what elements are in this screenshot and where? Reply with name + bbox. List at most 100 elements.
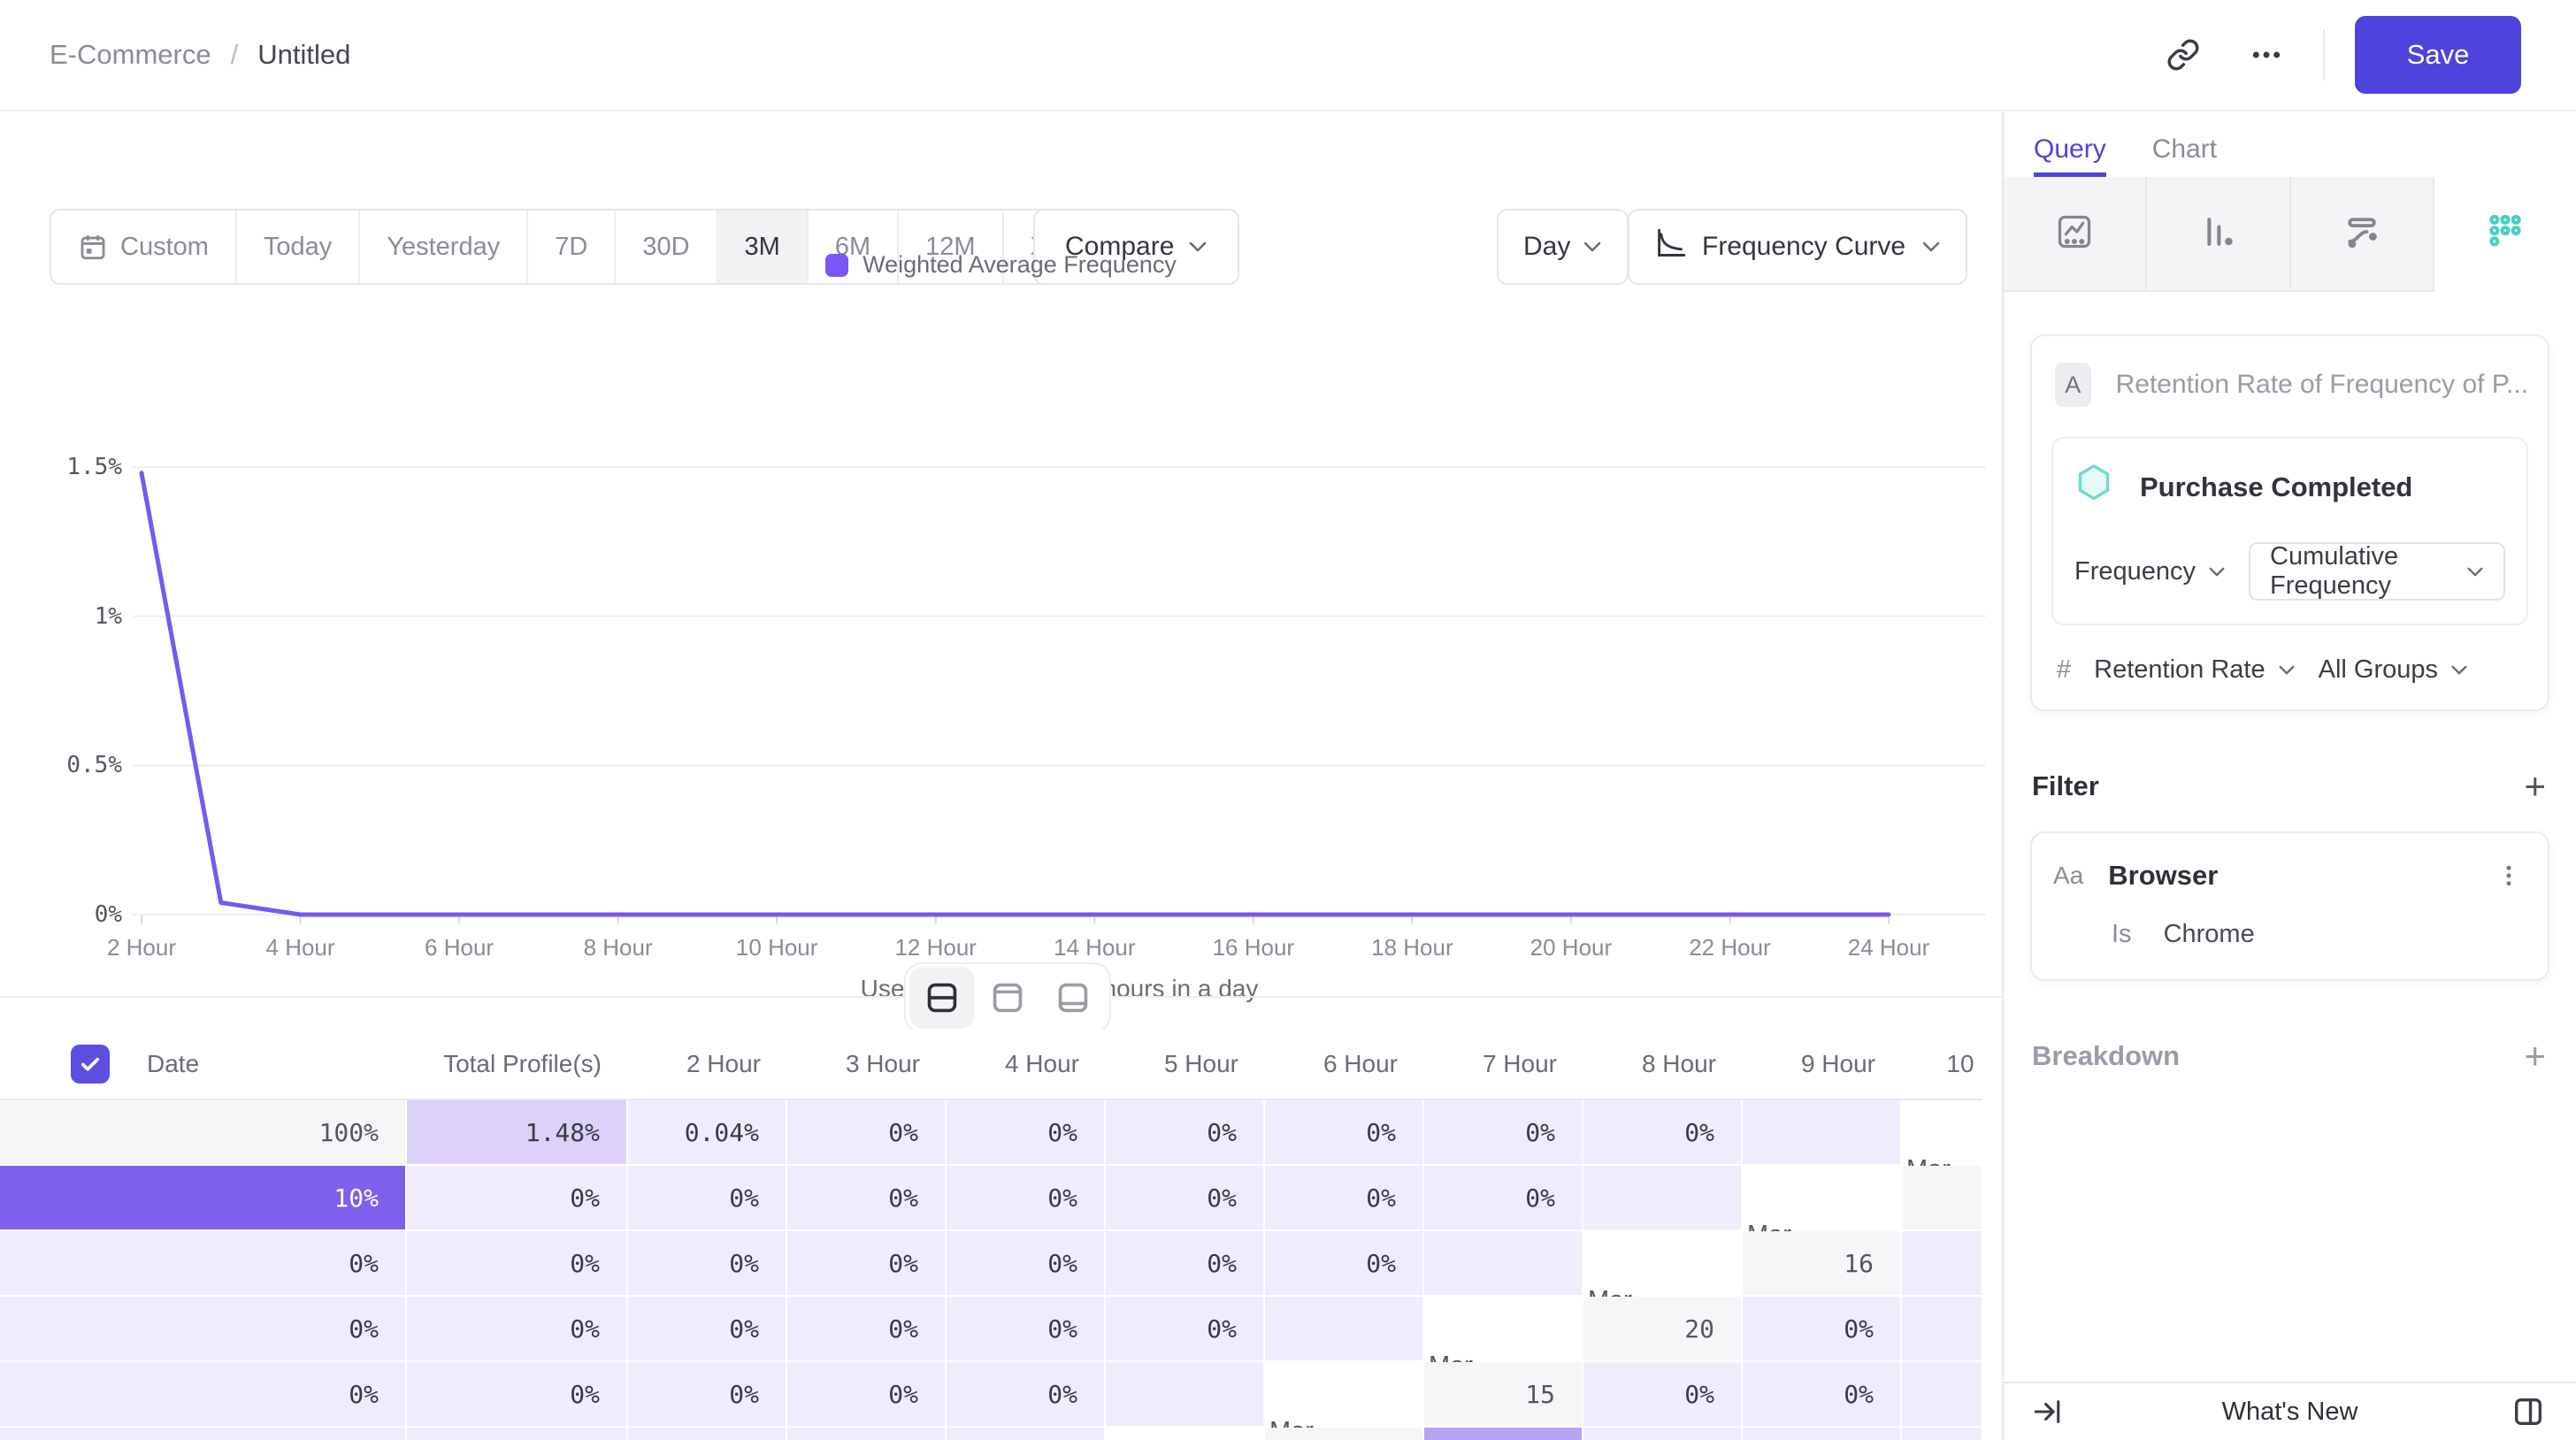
column-header[interactable]: 9 Hour: [1743, 1030, 1902, 1100]
retention-cell: 0%: [628, 1231, 787, 1297]
y-axis-tick: 0.5%: [25, 752, 122, 778]
total-profiles-cell: 16: [1743, 1231, 1902, 1297]
tab-query[interactable]: Query: [2034, 134, 2106, 177]
save-button[interactable]: Save: [2355, 16, 2521, 94]
retention-cell: 0%: [787, 1362, 947, 1428]
retention-cell: [1265, 1297, 1424, 1362]
results-table: Date Total Profile(s)2 Hour3 Hour4 Hour5 …: [0, 1030, 1982, 1440]
aggregation-label: Retention Rate: [2094, 655, 2265, 685]
column-header-date[interactable]: Date: [0, 1030, 407, 1100]
column-header[interactable]: 8 Hour: [1583, 1030, 1743, 1100]
retention-cell: 0%: [1583, 1100, 1743, 1166]
column-header[interactable]: 10 Hour: [1902, 1030, 1982, 1100]
retention-cell: 0%: [1265, 1100, 1424, 1166]
aggregation-prefix: #: [2057, 655, 2071, 685]
header-divider: [2323, 29, 2325, 80]
total-profiles-cell: 100%: [0, 1100, 407, 1166]
select-all-checkbox[interactable]: [71, 1045, 110, 1084]
event-card: Purchase Completed Frequency Cumulative …: [2051, 437, 2528, 625]
copy-link-icon[interactable]: [2157, 28, 2210, 81]
retention-cell: 0%: [0, 1297, 407, 1362]
collapse-sidebar-icon[interactable]: [2032, 1397, 2062, 1427]
x-axis-tick: 10 Hour: [736, 934, 818, 961]
retention-cell: 0%: [0, 1362, 407, 1428]
y-axis-tick: 0%: [25, 901, 122, 928]
more-menu-icon[interactable]: [2240, 28, 2293, 81]
column-header[interactable]: 5 Hour: [1106, 1030, 1265, 1100]
aggregation-dropdown[interactable]: Retention Rate: [2094, 655, 2295, 685]
filter-value[interactable]: Chrome: [2164, 920, 2255, 949]
retention-cell: 0%: [1106, 1166, 1265, 1231]
column-header[interactable]: 7 Hour: [1424, 1030, 1583, 1100]
total-profiles-cell: 19: [1902, 1166, 1982, 1231]
column-header[interactable]: Total Profile(s): [407, 1030, 628, 1100]
filter-value-row: Is Chrome: [2053, 920, 2526, 949]
insights-icon: [2055, 212, 2094, 256]
report-type-flows[interactable]: [2291, 177, 2434, 290]
column-header[interactable]: 6 Hour: [1265, 1030, 1424, 1100]
measure-type-dropdown[interactable]: Frequency: [2074, 557, 2226, 586]
column-header-label: Date: [147, 1050, 199, 1078]
retention-cell: 0%: [947, 1362, 1106, 1428]
total-profiles-cell: 20: [1583, 1297, 1743, 1362]
retention-cell: 0%: [787, 1428, 947, 1440]
filter-property-row[interactable]: Aa Browser: [2053, 858, 2526, 893]
whats-new-link[interactable]: What's New: [2004, 1398, 2576, 1427]
retention-cell: [947, 1428, 1106, 1440]
measure-value-dropdown[interactable]: Cumulative Frequency: [2249, 542, 2505, 601]
series-badge: A: [2055, 363, 2091, 407]
retention-cell: 1.48%: [407, 1100, 628, 1166]
add-breakdown-button[interactable]: +: [2524, 1038, 2546, 1075]
retention-cell: 0%: [1743, 1362, 1902, 1428]
series-name-input[interactable]: Retention Rate of Frequency of P...: [2116, 370, 2528, 400]
table-bottom-view-button[interactable]: [1040, 967, 1106, 1029]
add-filter-button[interactable]: +: [2524, 768, 2546, 805]
x-axis-tick: 2 Hour: [107, 934, 176, 961]
retention-cell: 0%: [628, 1362, 787, 1428]
x-axis-tick: 12 Hour: [894, 934, 977, 961]
breadcrumb-report-title[interactable]: Untitled: [257, 39, 350, 71]
column-header[interactable]: 4 Hour: [947, 1030, 1106, 1100]
retention-cell: 0%: [628, 1166, 787, 1231]
filter-kebab-icon[interactable]: [2491, 858, 2526, 893]
filter-operator[interactable]: Is: [2112, 920, 2132, 949]
breadcrumb-project[interactable]: E-Commerce: [50, 39, 211, 71]
retention-cell: 0%: [1743, 1297, 1902, 1362]
event-row[interactable]: Purchase Completed: [2074, 463, 2505, 510]
report-type-retention[interactable]: [2434, 177, 2576, 292]
header-actions: Save: [2157, 16, 2521, 94]
split-panel-icon[interactable]: [2511, 1394, 2546, 1429]
retention-cell: 0%: [628, 1297, 787, 1362]
tab-chart[interactable]: Chart: [2152, 134, 2217, 177]
breakdown-section-header: Breakdown +: [2032, 1038, 2546, 1075]
total-profiles-cell: 22: [1265, 1428, 1424, 1440]
retention-cell: 0%: [0, 1231, 407, 1297]
event-hexagon-icon: [2074, 463, 2113, 510]
x-axis-tick: 18 Hour: [1371, 934, 1453, 961]
retention-cell: 0%: [947, 1100, 1106, 1166]
y-axis-tick: 1.5%: [25, 454, 122, 480]
split-view-button[interactable]: [909, 967, 975, 1029]
retention-cell: [1424, 1231, 1583, 1297]
layout-toggle-group: [904, 962, 1111, 1033]
column-header[interactable]: 2 Hour: [628, 1030, 787, 1100]
retention-cell: [1743, 1100, 1902, 1166]
bar-chart-icon: [2198, 212, 2237, 256]
total-profiles-cell: 15: [1424, 1362, 1583, 1428]
report-type-funnels[interactable]: [2147, 177, 2290, 290]
retention-cell: 0%: [1106, 1100, 1265, 1166]
retention-cell: 0%: [1106, 1297, 1265, 1362]
breadcrumb: E-Commerce / Untitled: [50, 39, 350, 71]
retention-cell: 0%: [947, 1297, 1106, 1362]
retention-cell: 0%: [1265, 1231, 1424, 1297]
chart-only-view-button[interactable]: [975, 967, 1040, 1029]
table-row-label[interactable]: Mar 8, 2023: [1106, 1428, 1269, 1440]
report-type-insights[interactable]: [2004, 177, 2147, 290]
retention-cell: 0%: [1902, 1362, 1982, 1428]
group-dropdown[interactable]: All Groups: [2319, 655, 2468, 685]
column-header[interactable]: 3 Hour: [787, 1030, 947, 1100]
x-axis-tick: 14 Hour: [1054, 934, 1136, 961]
retention-cell: 10%: [0, 1166, 407, 1231]
sidebar-footer: What's New: [2004, 1382, 2576, 1440]
retention-cell: 0%: [407, 1297, 628, 1362]
